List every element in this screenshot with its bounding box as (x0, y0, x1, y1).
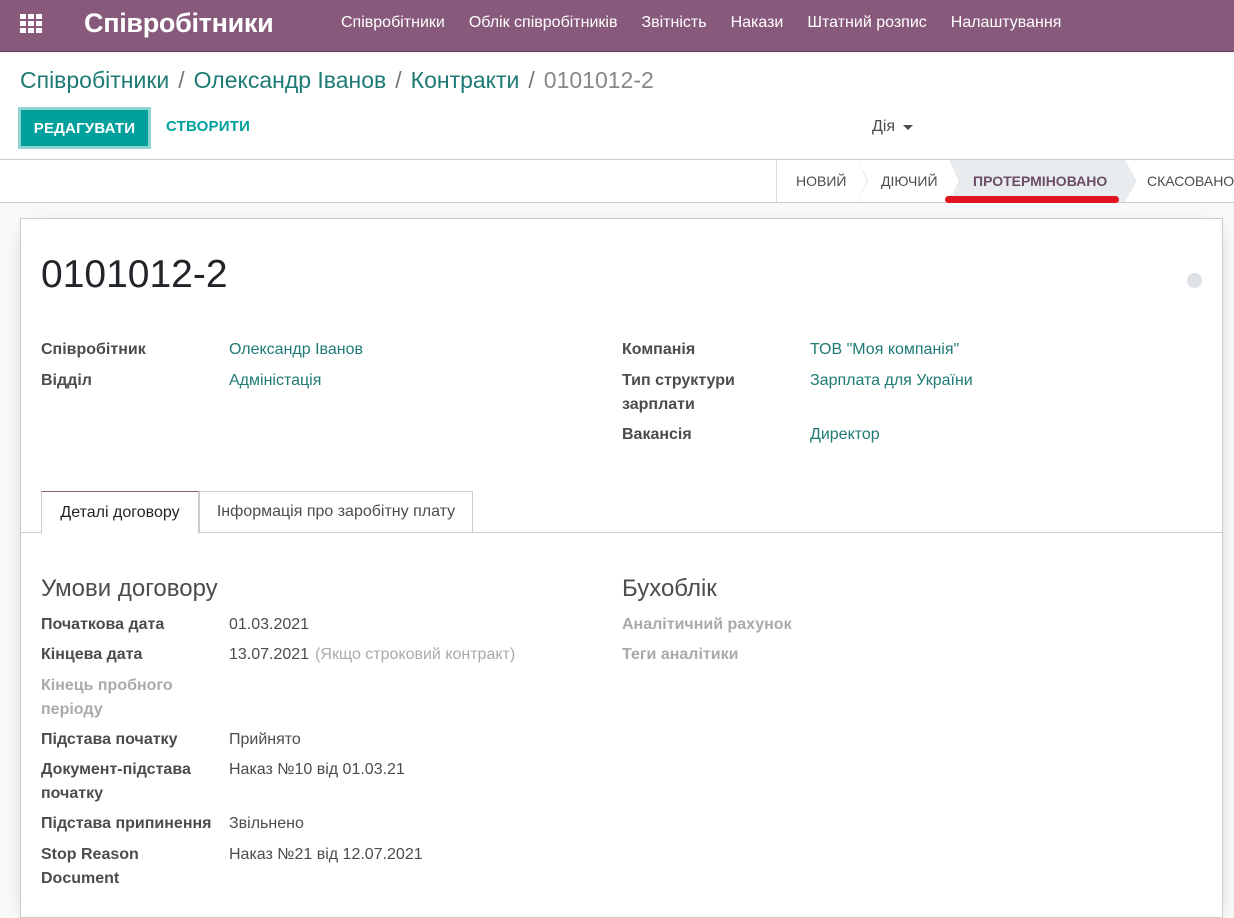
breadcrumb-separator: / (395, 67, 402, 93)
start-document-value[interactable]: Наказ №10 від 01.03.21 (229, 758, 405, 782)
job-position-link[interactable]: Директор (810, 423, 880, 447)
breadcrumb-separator: / (178, 67, 185, 93)
control-panel: Співробітники / Олександр Іванов / Контр… (0, 53, 1234, 160)
form-sheet: 0101012-2 Співробітник Олександр Іванов … (20, 218, 1223, 918)
notebook-tabs: Деталі договору Інформація про заробітну… (21, 491, 1222, 534)
field-company: Компанія ТОВ "Моя компанія" (622, 338, 1202, 362)
employee-link[interactable]: Олександр Іванов (229, 338, 363, 362)
record-title: 0101012-2 (41, 253, 228, 296)
caret-down-icon (903, 124, 914, 130)
breadcrumb-separator: / (528, 67, 535, 93)
field-label: Stop Reason (41, 846, 139, 863)
field-label: Кінцева дата (41, 646, 143, 663)
top-menu: Співробітники Облік співробітників Звітн… (329, 0, 1073, 46)
field-label: Кінець пробного (41, 677, 173, 694)
stage-running[interactable]: ДІЮЧИЙ (857, 160, 960, 202)
stage-new[interactable]: НОВИЙ (777, 160, 868, 202)
stop-reason-value[interactable]: Звільнено (229, 812, 304, 836)
menu-item-staff-schedule[interactable]: Штатний розпис (795, 14, 938, 32)
breadcrumb-employees[interactable]: Співробітники (20, 67, 169, 94)
start-reason-value[interactable]: Прийнято (229, 728, 301, 752)
end-date-hint: (Якщо строковий контракт) (315, 646, 516, 663)
field-start-reason: Підстава початку Прийнято (41, 728, 601, 752)
field-analytic-tags: Теги аналітики (622, 643, 1202, 667)
menu-item-employees[interactable]: Співробітники (329, 14, 457, 32)
field-label: Document (41, 870, 120, 887)
field-label: Документ-підстава (41, 761, 191, 778)
field-stop-reason: Підстава припинення Звільнено (41, 812, 601, 836)
field-label: Початкова дата (41, 616, 165, 633)
contract-terms-title: Умови договору (41, 575, 218, 602)
start-date-value[interactable]: 01.03.2021 (229, 613, 309, 637)
field-label: Підстава початку (41, 731, 178, 748)
breadcrumb-current: 0101012-2 (543, 67, 654, 93)
salary-structure-link[interactable]: Зарплата для України (810, 369, 973, 393)
field-job-position: Вакансія Директор (622, 423, 1202, 447)
breadcrumb-contracts[interactable]: Контракти (411, 67, 520, 94)
action-dropdown-label: Дія (872, 118, 896, 135)
apps-grid-icon[interactable] (20, 14, 44, 33)
field-salary-structure-type: Тип структури зарплати Зарплата для Укра… (622, 369, 1202, 417)
field-trial-end: Кінець пробного періоду (41, 674, 601, 722)
action-dropdown[interactable]: Дія (872, 118, 914, 136)
end-date-text[interactable]: 13.07.2021 (229, 646, 309, 663)
end-date-value: 13.07.2021 (Якщо строковий контракт) (229, 643, 515, 667)
top-navbar: Співробітники Співробітники Облік співро… (0, 0, 1234, 52)
stop-reason-document-value[interactable]: Наказ №21 від 12.07.2021 (229, 843, 423, 867)
field-label: Теги аналітики (622, 646, 739, 663)
menu-item-reporting[interactable]: Звітність (629, 14, 718, 32)
field-label: зарплати (622, 396, 695, 413)
field-analytic-account: Аналітичний рахунок (622, 613, 1202, 637)
company-link[interactable]: ТОВ "Моя компанія" (810, 338, 959, 362)
annotation-underline (945, 196, 1119, 203)
edit-button[interactable]: РЕДАГУВАТИ (18, 107, 151, 149)
field-label: початку (41, 785, 103, 802)
menu-item-orders[interactable]: Накази (719, 14, 796, 32)
field-employee: Співробітник Олександр Іванов (41, 338, 601, 362)
field-label: періоду (41, 701, 103, 718)
create-button[interactable]: СТВОРИТИ (166, 118, 250, 135)
tab-salary-information[interactable]: Інформація про заробітну плату (199, 491, 473, 533)
menu-item-settings[interactable]: Налаштування (939, 14, 1074, 32)
field-department: Відділ Адміністація (41, 369, 601, 393)
field-start-document: Документ-підстава початку Наказ №10 від … (41, 758, 601, 806)
kanban-state-icon[interactable] (1187, 273, 1202, 288)
field-label: Підстава припинення (41, 815, 212, 832)
field-label: Аналітичний рахунок (622, 616, 792, 633)
breadcrumb-employee[interactable]: Олександр Іванов (194, 67, 387, 94)
tab-contract-details[interactable]: Деталі договору (41, 491, 199, 534)
app-title: Співробітники (84, 8, 274, 38)
breadcrumb: Співробітники / Олександр Іванов / Контр… (20, 67, 654, 94)
stage-cancelled[interactable]: СКАСОВАНО (1125, 160, 1234, 202)
accounting-title: Бухоблік (622, 575, 717, 602)
field-label: Тип структури (622, 372, 735, 389)
field-label: Вакансія (622, 426, 692, 443)
field-label: Компанія (622, 341, 696, 358)
field-start-date: Початкова дата 01.03.2021 (41, 613, 601, 637)
field-label: Відділ (41, 372, 92, 389)
field-label: Співробітник (41, 341, 146, 358)
menu-item-employee-records[interactable]: Облік співробітників (457, 14, 630, 32)
field-end-date: Кінцева дата 13.07.2021 (Якщо строковий к… (41, 643, 601, 667)
department-link[interactable]: Адміністація (229, 369, 321, 393)
field-stop-reason-document: Stop Reason Document Наказ №21 від 12.07… (41, 843, 601, 891)
